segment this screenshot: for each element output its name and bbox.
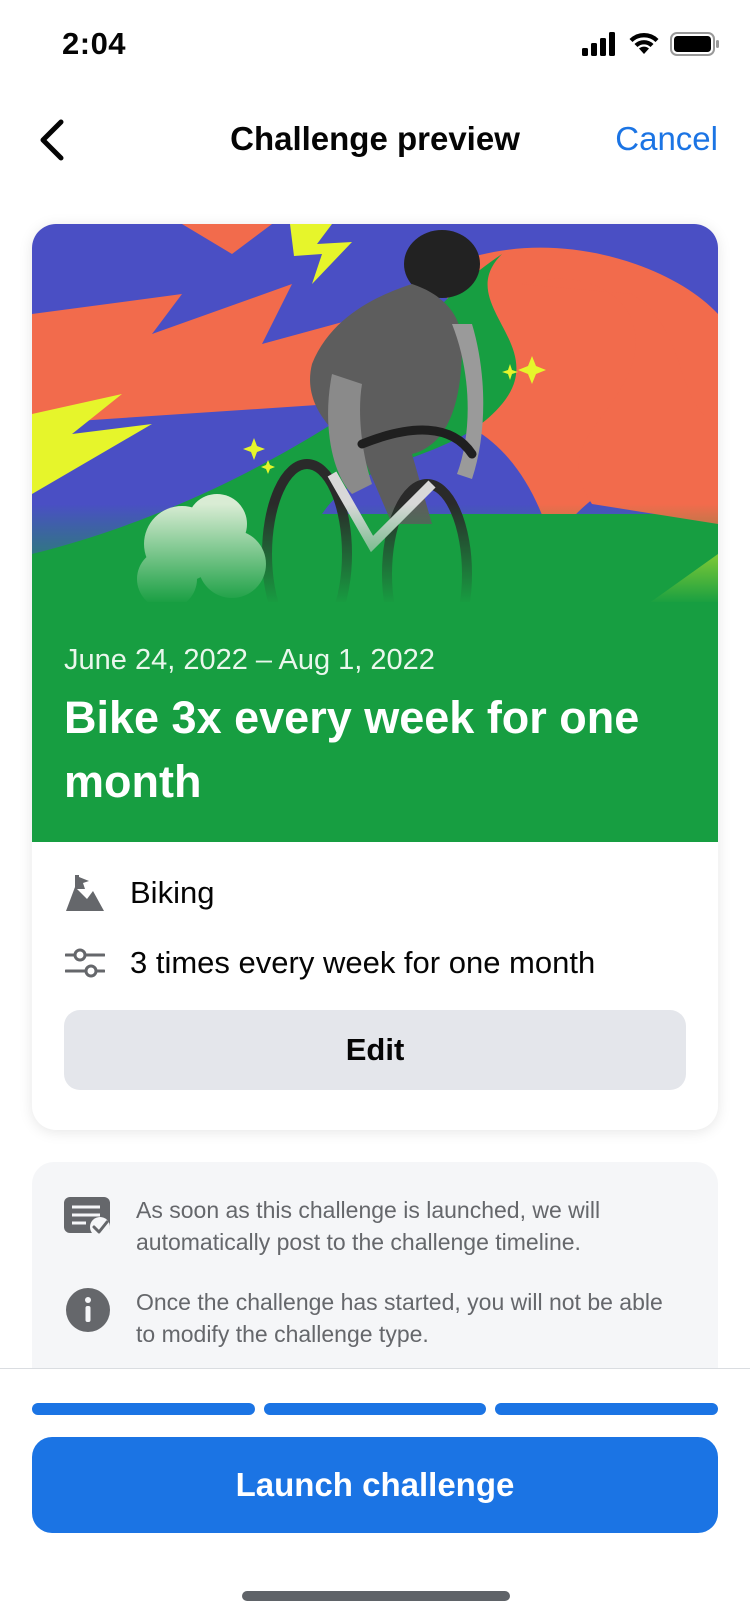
bottom-action-bar: Launch challenge xyxy=(0,1368,750,1624)
info-icon xyxy=(64,1286,112,1334)
progress-step-2 xyxy=(263,1403,487,1415)
status-icons xyxy=(582,32,720,56)
progress-step-3 xyxy=(495,1403,719,1415)
frequency-label: 3 times every week for one month xyxy=(130,945,596,980)
activity-label: Biking xyxy=(130,875,215,910)
battery-icon xyxy=(670,32,719,56)
cancel-button[interactable]: Cancel xyxy=(615,120,718,158)
challenge-hero-image: June 24, 2022 – Aug 1, 2022 Bike 3x ever… xyxy=(32,224,718,842)
post-check-icon xyxy=(64,1194,112,1242)
progress-step-1 xyxy=(32,1403,255,1415)
step-progress xyxy=(32,1403,719,1415)
challenge-details: Biking 3 times every week for one month … xyxy=(32,842,718,1130)
challenge-title: Bike 3x every week for one month xyxy=(64,692,640,807)
signal-icon xyxy=(582,32,615,56)
home-indicator[interactable] xyxy=(242,1591,510,1601)
wifi-icon xyxy=(629,32,659,54)
activity-row: Biking xyxy=(64,872,214,914)
sliders-icon xyxy=(64,942,106,984)
edit-button[interactable]: Edit xyxy=(64,1010,686,1090)
mountain-flag-icon xyxy=(64,872,106,914)
challenge-card: June 24, 2022 – Aug 1, 2022 Bike 3x ever… xyxy=(32,224,718,1130)
info-item-modify: Once the challenge has started, you will… xyxy=(64,1286,686,1350)
info-item-post: As soon as this challenge is launched, w… xyxy=(64,1194,686,1258)
info-panel: As soon as this challenge is launched, w… xyxy=(32,1162,718,1402)
info-text-modify: Once the challenge has started, you will… xyxy=(136,1289,663,1347)
nav-bar: Challenge preview Cancel xyxy=(0,100,750,180)
challenge-date-range: June 24, 2022 – Aug 1, 2022 xyxy=(64,644,435,676)
info-text-post: As soon as this challenge is launched, w… xyxy=(136,1197,601,1255)
status-bar: 2:04 xyxy=(0,0,750,92)
status-time: 2:04 xyxy=(62,26,127,61)
launch-challenge-button[interactable]: Launch challenge xyxy=(32,1437,718,1533)
frequency-row: 3 times every week for one month xyxy=(64,942,595,984)
